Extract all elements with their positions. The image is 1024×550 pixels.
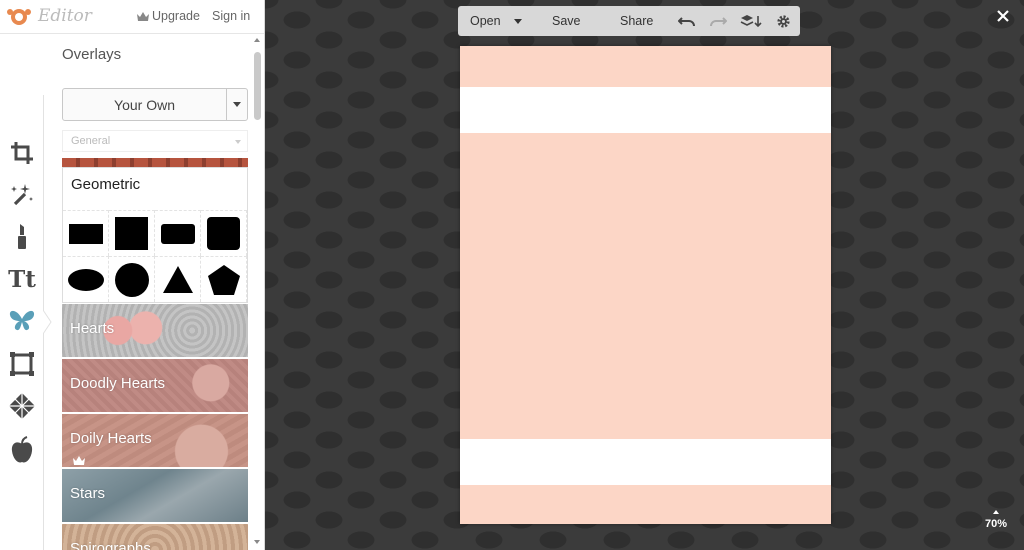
editor-logo[interactable]: Editor [6,6,92,26]
tool-crop[interactable] [6,137,38,169]
save-button[interactable]: Save [552,6,581,36]
your-own-dropdown-button[interactable] [227,89,247,120]
rounded-square-shape-icon [207,217,240,250]
geometric-section: Geometric [62,167,248,303]
shape-square[interactable] [109,210,155,256]
ellipse-shape-icon [67,268,104,291]
shape-grid [63,210,247,302]
effects-wand-icon [11,184,33,206]
themes-apple-icon [11,436,33,463]
shape-triangle[interactable] [155,256,201,302]
overlays-butterfly-icon [9,310,35,331]
active-tool-pointer [43,310,52,334]
textures-icon [9,393,35,419]
category-doily-hearts[interactable]: Doily Hearts [62,414,248,467]
tool-rail: Tt [0,34,44,550]
your-own-label: Your Own [114,96,175,113]
tool-overlays[interactable] [6,305,38,337]
tool-text[interactable]: Tt [6,263,38,295]
scrollbar-thumb[interactable] [254,52,261,120]
share-button[interactable]: Share [620,6,653,36]
crop-icon [11,142,33,164]
category-doily-hearts-label: Doily Hearts [70,430,152,447]
your-own-control: Your Own [62,88,248,121]
shape-ellipse[interactable] [63,256,109,302]
rectangle-shape-icon [68,223,103,244]
previous-category-thumbnail[interactable] [62,158,248,167]
signin-label: Sign in [212,9,251,23]
redo-button[interactable] [709,6,727,36]
circle-shape-icon [114,262,149,297]
zoom-control[interactable]: 70% [980,510,1012,530]
your-own-button[interactable]: Your Own [63,89,227,120]
category-hearts-label: Hearts [70,320,115,337]
caret-up-icon [993,510,999,514]
shape-pentagon[interactable] [201,256,247,302]
logo-icon [7,9,31,25]
caret-down-icon [235,140,241,144]
sidebar-header: Editor Upgrade Sign in [0,0,264,34]
open-label: Open [470,14,501,28]
category-select[interactable]: General [62,130,248,152]
layers-button[interactable] [740,6,762,36]
undo-icon [678,17,695,27]
category-doodly-hearts[interactable]: Doodly Hearts [62,359,248,412]
upgrade-label: Upgrade [152,9,200,23]
gear-icon [777,14,790,28]
top-toolbar: Open Save Share [458,6,800,36]
shape-rectangle[interactable] [63,210,109,256]
sidebar: Editor Upgrade Sign in Tt Overlays Your … [0,0,265,550]
redo-icon [710,17,727,27]
premium-crown-icon [73,456,85,465]
tool-textures[interactable] [6,390,38,422]
category-spirographs-label: Spirographs [70,540,151,550]
scroll-up-icon[interactable] [254,38,260,42]
tool-touch-up[interactable] [6,220,38,252]
category-stars[interactable]: Stars [62,469,248,522]
overlays-panel: Overlays Your Own General Geometric Hear… [62,34,248,550]
scroll-down-icon[interactable] [254,540,260,544]
layers-icon [740,15,762,28]
shape-rounded-rectangle[interactable] [155,210,201,256]
category-doodly-hearts-label: Doodly Hearts [70,375,166,392]
save-label: Save [552,14,581,28]
undo-button[interactable] [678,6,696,36]
frames-icon [10,352,34,376]
zoom-level: 70% [984,518,1008,530]
caret-down-icon [514,18,522,24]
open-button[interactable]: Open [470,6,501,36]
image-canvas[interactable] [460,46,831,524]
shape-rounded-square[interactable] [201,210,247,256]
category-spirographs[interactable]: Spirographs [62,524,248,550]
touch-up-lipstick-icon [18,224,26,249]
canvas-white-band-bottom [460,439,831,485]
open-dropdown-button[interactable] [514,6,522,36]
square-shape-icon [115,217,148,250]
tool-frames[interactable] [6,348,38,380]
settings-button[interactable] [776,6,791,36]
category-select-value: General [71,135,111,147]
category-hearts[interactable]: Hearts [62,304,248,357]
close-icon [997,10,1009,22]
panel-scrollbar[interactable] [252,34,263,550]
canvas-white-band-top [460,87,831,133]
signin-link[interactable]: Sign in [212,9,250,23]
pentagon-shape-icon [207,264,240,295]
panel-title: Overlays [62,46,122,63]
shape-circle[interactable] [109,256,155,302]
crown-icon [137,11,149,21]
triangle-shape-icon [162,266,193,293]
geometric-title: Geometric [71,176,141,193]
text-icon: Tt [8,265,36,293]
category-stars-label: Stars [70,485,106,502]
logo-text: Editor [38,6,92,26]
caret-down-icon [233,102,241,107]
share-label: Share [620,14,654,28]
rounded-rectangle-shape-icon [160,223,195,244]
upgrade-link[interactable]: Upgrade [137,9,200,23]
tool-effects[interactable] [6,179,38,211]
close-button[interactable] [995,8,1011,24]
tool-themes[interactable] [6,434,38,466]
